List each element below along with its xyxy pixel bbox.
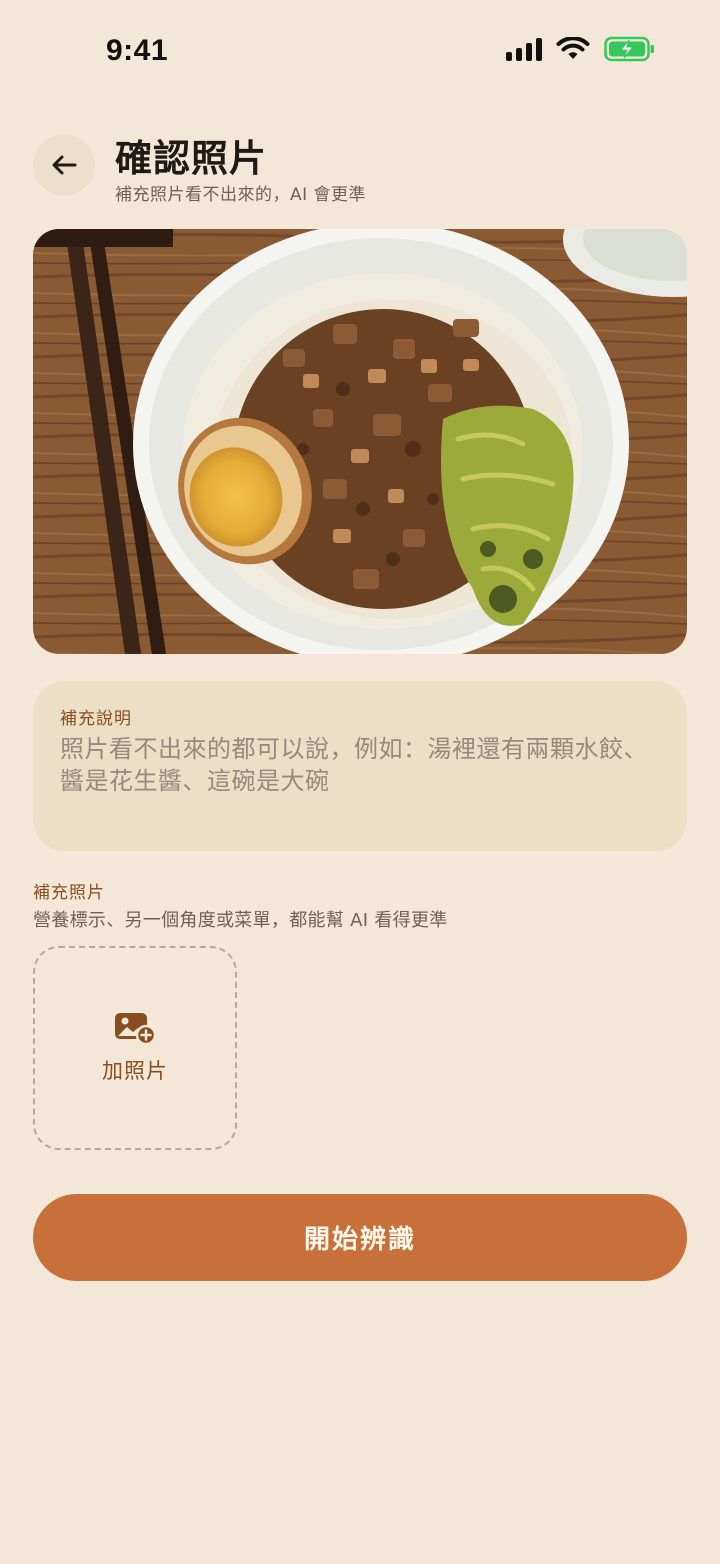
add-photo-label: 加照片 (102, 1059, 168, 1083)
page-subtitle: 補充照片看不出來的，AI 會更準 (115, 185, 367, 205)
start-recognition-button[interactable]: 開始辨識 (33, 1194, 687, 1281)
notes-card[interactable]: 補充說明 照片看不出來的都可以說，例如：湯裡還有兩顆水餃、醬是花生醬、這碗是大碗 (33, 681, 687, 851)
battery-charging-icon (604, 36, 654, 62)
status-bar: 9:41 (0, 0, 720, 100)
add-photo-icon (115, 1013, 156, 1045)
notes-label: 補充說明 (60, 709, 132, 729)
status-time: 9:41 (106, 34, 169, 67)
arrow-left-icon (52, 155, 77, 175)
braised-pork-rice-image (33, 229, 687, 654)
wifi-icon (556, 37, 590, 59)
cellular-signal-icon (506, 37, 542, 61)
page-title: 確認照片 (115, 137, 267, 180)
extra-photos-title: 補充照片 (33, 883, 105, 903)
add-photo-button[interactable]: 加照片 (33, 946, 237, 1150)
extra-photos-description: 營養標示、另一個角度或菜單，都能幫 AI 看得更準 (33, 910, 448, 931)
status-icons (506, 36, 656, 62)
notes-textarea[interactable]: 照片看不出來的都可以說，例如：湯裡還有兩顆水餃、醬是花生醬、這碗是大碗 (60, 733, 650, 797)
back-button[interactable] (33, 134, 95, 196)
food-photo (33, 229, 687, 654)
